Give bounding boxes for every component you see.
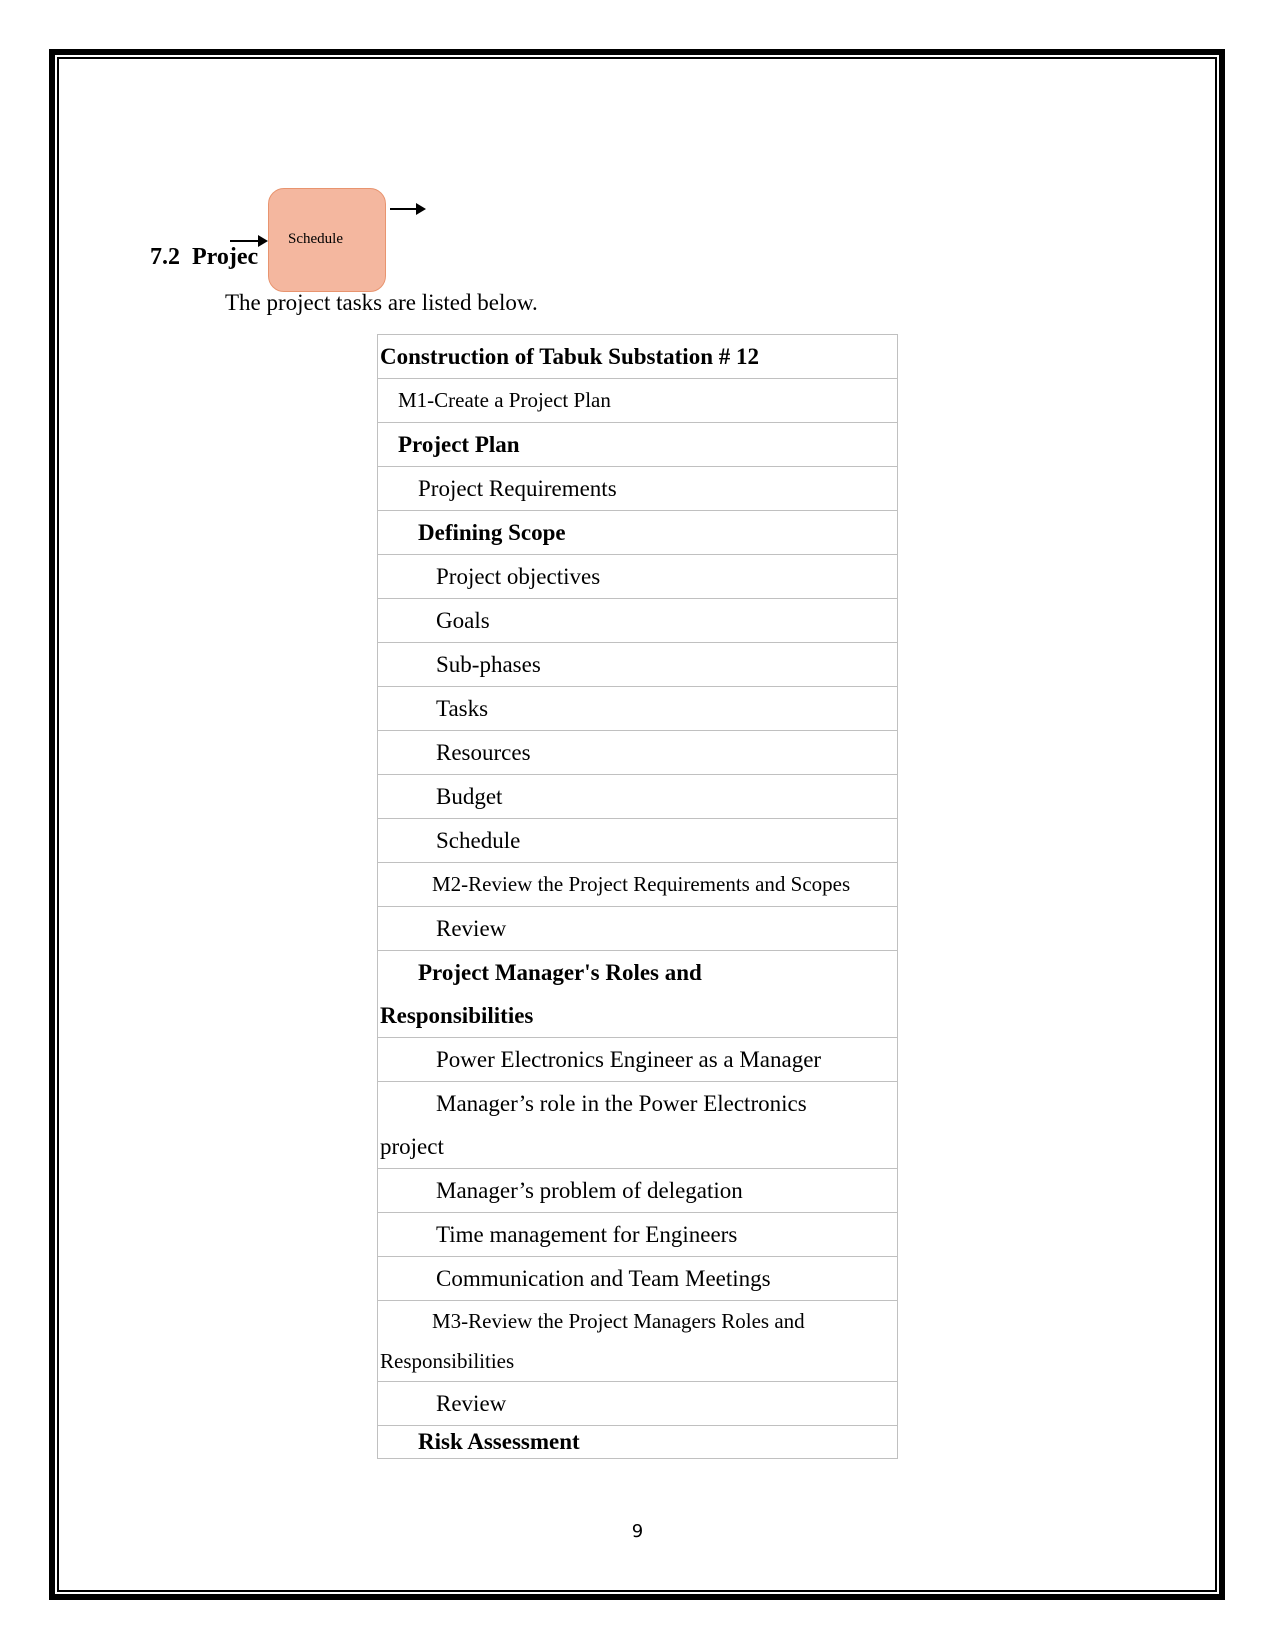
table-row: Manager’s problem of delegation <box>377 1168 898 1213</box>
table-row: Project Plan <box>377 422 898 467</box>
table-row: Power Electronics Engineer as a Manager <box>377 1037 898 1082</box>
table-cell: M2-Review the Project Requirements and S… <box>377 862 898 907</box>
table-cell: Defining Scope <box>377 510 898 555</box>
table-cell: Project Plan <box>377 422 898 467</box>
arrow-right-icon <box>390 203 426 215</box>
table-row: Risk Assessment <box>377 1425 898 1459</box>
table-cell: Communication and Team Meetings <box>377 1256 898 1301</box>
table-row: Review <box>377 1381 898 1426</box>
table-cell: Review <box>377 1381 898 1426</box>
table-cell: Manager’s role in the Power Electronics … <box>377 1081 898 1169</box>
table-row: Project objectives <box>377 554 898 599</box>
table-row: M2-Review the Project Requirements and S… <box>377 862 898 907</box>
table-cell: Project Requirements <box>377 466 898 511</box>
table-row: Time management for Engineers <box>377 1212 898 1257</box>
table-cell: Manager’s problem of delegation <box>377 1168 898 1213</box>
table-row: Review <box>377 906 898 951</box>
table-row: Defining Scope <box>377 510 898 555</box>
table-cell: Project objectives <box>377 554 898 599</box>
page-number: 9 <box>631 1521 644 1542</box>
table-cell: Tasks <box>377 686 898 731</box>
table-cell: Time management for Engineers <box>377 1212 898 1257</box>
table-cell: M1-Create a Project Plan <box>377 378 898 423</box>
table-row: M3-Review the Project Managers Roles and… <box>377 1300 898 1382</box>
table-cell: Resources <box>377 730 898 775</box>
arrow-right-icon <box>230 235 268 247</box>
intro-text: The project tasks are listed below. <box>225 290 538 315</box>
table-cell: Project Manager's Roles and Responsibili… <box>377 950 898 1038</box>
table-cell: Goals <box>377 598 898 643</box>
table-row: Goals <box>377 598 898 643</box>
table-cell: Budget <box>377 774 898 819</box>
section-heading: 7.2 Projec <box>150 244 259 270</box>
table-cell: Schedule <box>377 818 898 863</box>
table-row: Construction of Tabuk Substation # 12 <box>377 334 898 379</box>
project-tasks-table: Construction of Tabuk Substation # 12 M1… <box>377 334 898 1459</box>
table-cell: Risk Assessment <box>377 1425 898 1459</box>
table-row: Project Manager's Roles and Responsibili… <box>377 950 898 1038</box>
table-row: Budget <box>377 774 898 819</box>
table-row: Project Requirements <box>377 466 898 511</box>
table-row: Resources <box>377 730 898 775</box>
table-row: Communication and Team Meetings <box>377 1256 898 1301</box>
table-row: Schedule <box>377 818 898 863</box>
schedule-box-label: Schedule <box>288 231 343 247</box>
table-row: Tasks <box>377 686 898 731</box>
table-row: M1-Create a Project Plan <box>377 378 898 423</box>
table-row: Sub-phases <box>377 642 898 687</box>
table-cell: Sub-phases <box>377 642 898 687</box>
table-row: Manager’s role in the Power Electronics … <box>377 1081 898 1169</box>
table-cell: M3-Review the Project Managers Roles and… <box>377 1300 898 1382</box>
table-cell: Construction of Tabuk Substation # 12 <box>377 334 898 379</box>
table-cell: Power Electronics Engineer as a Manager <box>377 1037 898 1082</box>
table-cell: Review <box>377 906 898 951</box>
